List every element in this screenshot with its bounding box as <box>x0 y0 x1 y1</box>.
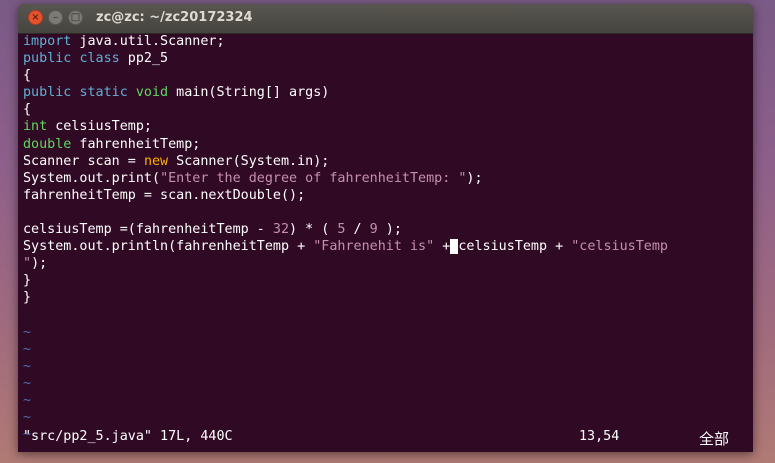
close-button[interactable]: × <box>28 10 43 25</box>
code-line[interactable]: } <box>23 272 748 289</box>
code-token: new <box>143 153 169 169</box>
code-line[interactable]: ~ <box>23 392 748 409</box>
code-line[interactable]: ~ <box>23 341 748 358</box>
code-line[interactable]: import java.util.Scanner; <box>23 33 748 50</box>
code-token: / <box>345 222 370 238</box>
close-icon: × <box>31 11 40 23</box>
code-token: { <box>23 68 32 84</box>
code-token: ) * ( <box>289 222 338 238</box>
code-token: celsiusTemp; <box>47 119 152 135</box>
code-token: } <box>23 273 32 289</box>
code-token: fahrenheitTemp; <box>71 136 201 152</box>
empty-line-marker: ~ <box>23 324 32 340</box>
code-line[interactable]: ~ <box>23 324 748 341</box>
code-token: System.out.println(fahrenheitTemp + <box>23 239 314 255</box>
code-line[interactable]: fahrenheitTemp = scan.nextDouble(); <box>23 187 748 204</box>
code-line[interactable]: ~ <box>23 358 748 375</box>
editor-text-area[interactable]: import java.util.Scanner; public class pp… <box>23 33 748 452</box>
code-token: } <box>23 290 32 306</box>
code-token: java.util.Scanner; <box>71 34 225 49</box>
code-token: 9 <box>369 222 378 238</box>
code-token: celsiusTemp + <box>458 239 572 255</box>
code-line[interactable]: double fahrenheitTemp; <box>23 136 748 153</box>
scroll-position: 全部 <box>699 430 730 448</box>
title-bar[interactable]: × – □ zc@zc: ~/zc20172324 <box>18 4 753 34</box>
code-line[interactable] <box>23 307 748 324</box>
empty-line-marker: ~ <box>23 358 32 374</box>
empty-line-marker: ~ <box>23 392 32 408</box>
maximize-button[interactable]: □ <box>68 10 83 25</box>
code-line[interactable]: "); <box>23 255 748 272</box>
window-title: zc@zc: ~/zc20172324 <box>96 10 253 25</box>
code-token: ); <box>377 222 402 238</box>
empty-line-marker: ~ <box>23 341 32 357</box>
code-token: 32 <box>272 222 290 238</box>
code-token: int <box>23 119 48 135</box>
code-token: import <box>23 34 72 49</box>
terminal-window[interactable]: × – □ zc@zc: ~/zc20172324 import java.ut… <box>18 4 753 452</box>
code-line[interactable]: ~ <box>23 375 748 392</box>
minimize-icon: – <box>53 11 58 23</box>
code-token: Scanner(System.in); <box>168 153 330 169</box>
maximize-icon: □ <box>70 11 81 23</box>
cursor-position: 13,54 <box>579 429 620 444</box>
code-token: double <box>23 136 72 152</box>
file-info: "src/pp2_5.java" 17L, 440C <box>23 429 233 444</box>
code-line[interactable]: celsiusTemp =(fahrenheitTemp - 32) * ( 5… <box>23 221 748 238</box>
code-line[interactable]: System.out.print("Enter the degree of fa… <box>23 170 748 187</box>
code-line[interactable]: } <box>23 289 748 306</box>
code-token: public <box>23 85 72 101</box>
code-token: + <box>434 239 451 255</box>
code-line[interactable]: public static void main(String[] args) <box>23 84 748 101</box>
code-line[interactable]: System.out.println(fahrenheitTemp + "Fah… <box>23 238 748 255</box>
code-token: ); <box>31 256 48 272</box>
code-token: static <box>79 85 128 101</box>
code-token: fahrenheitTemp = scan.nextDouble(); <box>23 187 306 203</box>
code-line[interactable]: ~ <box>23 409 748 426</box>
code-token: "Fahrenehit is" <box>313 239 435 255</box>
code-line[interactable]: int celsiusTemp; <box>23 118 748 135</box>
code-token: Scanner scan = <box>23 153 144 169</box>
code-token: "Enter the degree of fahrenheitTemp: " <box>160 170 467 186</box>
code-token: { <box>23 102 32 118</box>
code-line[interactable]: { <box>23 67 748 84</box>
code-token: pp2_5 <box>119 51 169 67</box>
code-token: void <box>135 85 169 101</box>
code-token: "celsiusTemp <box>571 239 668 255</box>
minimize-button[interactable]: – <box>48 10 63 25</box>
code-line[interactable]: { <box>23 101 748 118</box>
code-line[interactable]: public class pp2_5 <box>23 50 748 67</box>
code-line[interactable]: Scanner scan = new Scanner(System.in); <box>23 153 748 170</box>
code-token: main(String[] args) <box>168 85 330 101</box>
empty-line-marker: ~ <box>23 375 32 391</box>
code-token: celsiusTemp =(fahrenheitTemp - <box>23 222 273 238</box>
vim-status-line: "src/pp2_5.java" 17L, 440C 13,54 全部 <box>23 429 748 448</box>
code-token: class <box>79 51 120 67</box>
code-token: public <box>23 51 72 67</box>
code-token: ); <box>466 170 483 186</box>
code-line[interactable] <box>23 204 748 221</box>
empty-line-marker: ~ <box>23 410 32 426</box>
code-token: System.out.print( <box>23 170 161 186</box>
code-token: " <box>23 256 32 272</box>
